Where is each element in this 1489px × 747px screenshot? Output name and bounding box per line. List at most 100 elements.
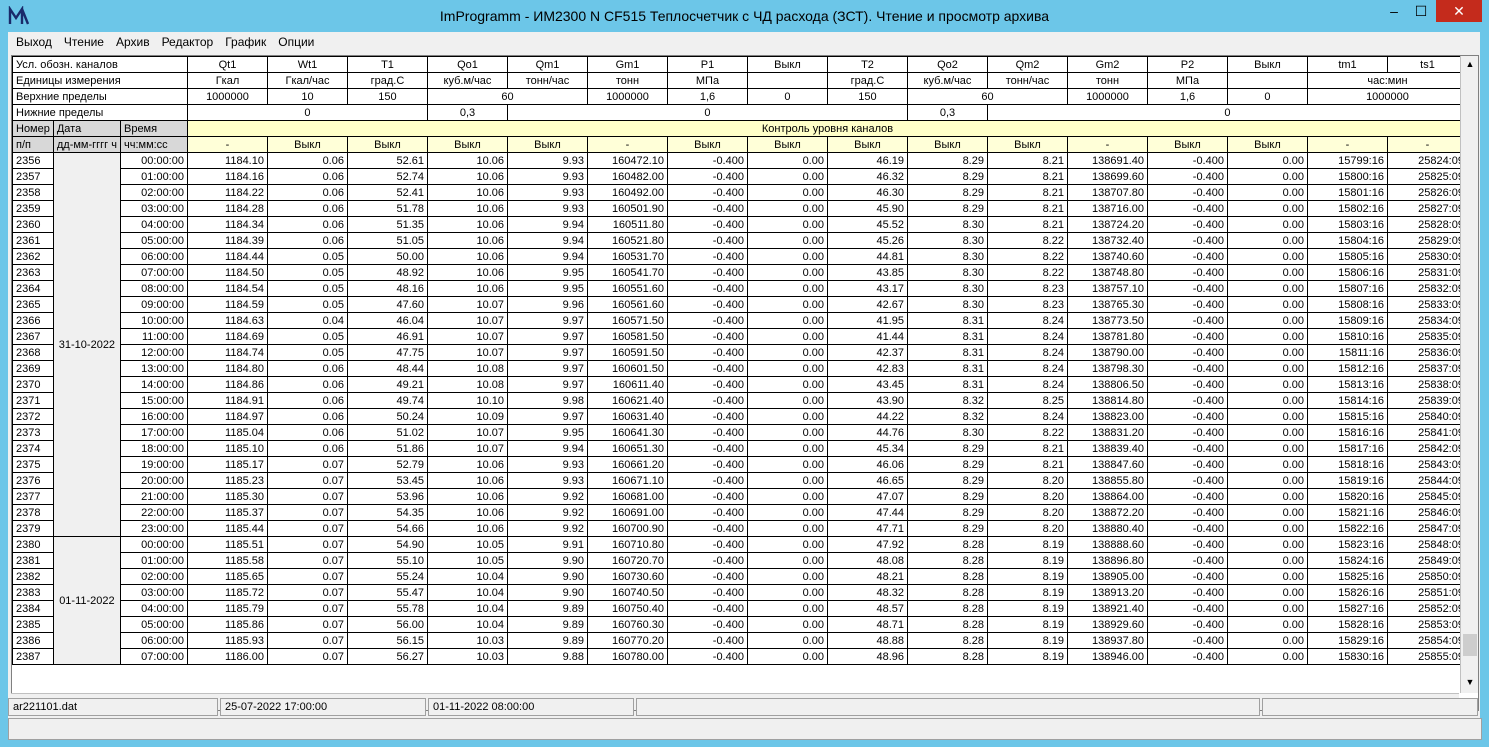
table-row[interactable]: 2386 06:00:00 1185.93 0.07 56.15 10.03 9.89 160… [12,632,1468,649]
value-cell: 9.90 [506,568,588,585]
value-cell: 15811:16 [1306,344,1388,361]
value-cell: 138905.00 [1066,568,1148,585]
value-cell: -0.400 [666,440,748,457]
value-cell: 1185.65 [186,568,268,585]
value-cell: 9.89 [506,632,588,649]
table-row[interactable]: 2361 05:00:00 1184.39 0.06 51.05 10.06 9.94 160… [12,232,1468,249]
table-row[interactable]: 2382 02:00:00 1185.65 0.07 55.24 10.04 9.90 160… [12,568,1468,585]
table-row[interactable]: 2363 07:00:00 1184.50 0.05 48.92 10.06 9.95 160… [12,264,1468,281]
table-row[interactable]: 2377 21:00:00 1185.30 0.07 53.96 10.06 9.92 160… [12,488,1468,505]
lower-limit: 0 [506,104,908,121]
upper-limit: 1000000 [1306,88,1468,105]
table-row[interactable]: 2366 10:00:00 1184.63 0.04 46.04 10.07 9.97 160… [12,312,1468,329]
table-row[interactable]: 2381 01:00:00 1185.58 0.07 55.10 10.05 9.90 160… [12,552,1468,569]
value-cell: -0.400 [666,408,748,425]
value-cell: 0.07 [266,456,348,473]
value-cell: 41.95 [826,312,908,329]
time-cell: 23:00:00 [119,520,188,537]
scroll-up-icon[interactable]: ▲ [1462,56,1478,72]
minimize-button[interactable]: – [1381,0,1407,22]
value-cell: 46.65 [826,472,908,489]
table-row[interactable]: 2356 31-10-2022 00:00:00 1184.10 0.06 52.61 10… [12,152,1468,537]
value-cell: 54.35 [346,504,428,521]
title-bar[interactable]: ImProgramm - ИМ2300 N CF515 Теплосчетчик… [0,0,1489,32]
maximize-button[interactable]: ☐ [1408,0,1434,22]
value-cell: 8.29 [906,504,988,521]
table-row[interactable]: 2360 04:00:00 1184.34 0.06 51.35 10.06 9.94 160… [12,216,1468,233]
value-cell: 42.37 [826,344,908,361]
table-row[interactable]: 2378 22:00:00 1185.37 0.07 54.35 10.06 9.92 160… [12,504,1468,521]
value-cell: 0.00 [746,360,828,377]
menu-read[interactable]: Чтение [58,32,110,52]
value-cell: 138798.30 [1066,360,1148,377]
table-row[interactable]: 2374 18:00:00 1185.10 0.06 51.86 10.07 9.94 160… [12,440,1468,457]
table-row[interactable]: 2371 15:00:00 1184.91 0.06 49.74 10.10 9.98 160… [12,392,1468,409]
table-row[interactable]: 2385 05:00:00 1185.86 0.07 56.00 10.04 9.89 160… [12,616,1468,633]
archive-grid[interactable]: Усл. обозн. каналов Qt1 Wt1 T1 Qo1 Qm1 Gm1 P1 Вы… [11,55,1479,711]
value-cell: -0.400 [666,520,748,537]
value-cell: 1184.63 [186,312,268,329]
menu-exit[interactable]: Выход [8,32,58,52]
value-cell: 8.20 [986,520,1068,537]
table-row[interactable]: 2376 20:00:00 1185.23 0.07 53.45 10.06 9.93 160… [12,472,1468,489]
channel-name: Qm2 [986,56,1068,73]
menu-editor[interactable]: Редактор [156,32,220,52]
table-row[interactable]: 2384 04:00:00 1185.79 0.07 55.78 10.04 9.89 160… [12,600,1468,617]
menu-chart[interactable]: График [219,32,272,52]
value-cell: 138896.80 [1066,552,1148,569]
upper-limit: 1000000 [186,88,268,105]
value-cell: 1184.34 [186,216,268,233]
value-cell: 15806:16 [1306,264,1388,281]
value-cell: 9.97 [506,408,588,425]
table-row[interactable]: 2364 08:00:00 1184.54 0.05 48.16 10.06 9.95 160… [12,280,1468,297]
time-cell: 02:00:00 [119,568,188,585]
menu-options[interactable]: Опции [272,32,320,52]
value-cell: 10.06 [426,472,508,489]
vertical-scrollbar[interactable]: ▲ ▼ [1460,56,1478,693]
value-cell: 138740.60 [1066,248,1148,265]
value-cell: 10.07 [426,312,508,329]
table-row[interactable]: 2357 01:00:00 1184.16 0.06 52.74 10.06 9.93 160… [12,168,1468,185]
table-row[interactable]: 2370 14:00:00 1184.86 0.06 49.21 10.08 9.97 160… [12,376,1468,393]
table-row[interactable]: 2365 09:00:00 1184.59 0.05 47.60 10.07 9.96 160… [12,296,1468,313]
table-row[interactable]: 2373 17:00:00 1185.04 0.06 51.02 10.07 9.95 160… [12,424,1468,441]
row-label: Нижние пределы [12,104,188,121]
value-cell: -0.400 [666,456,748,473]
vertical-scroll-thumb[interactable] [1463,634,1477,656]
value-cell: 25835:09 [1386,328,1468,345]
value-cell: 10.10 [426,392,508,409]
value-cell: 15821:16 [1306,504,1388,521]
table-row[interactable]: 2372 16:00:00 1184.97 0.06 50.24 10.09 9.97 160… [12,408,1468,425]
value-cell: 25836:09 [1386,344,1468,361]
table-row[interactable]: 2380 01-11-2022 00:00:00 1185.51 0.07 54.90 10… [12,536,1468,665]
value-cell: -0.400 [1146,616,1228,633]
table-row[interactable]: 2379 23:00:00 1185.44 0.07 54.66 10.06 9.92 160… [12,520,1468,537]
scroll-down-icon[interactable]: ▼ [1462,674,1478,690]
table-row[interactable]: 2387 07:00:00 1186.00 0.07 56.27 10.03 9.88 160… [12,648,1468,665]
value-cell: -0.400 [666,472,748,489]
value-cell: 25854:09 [1386,632,1468,649]
close-button[interactable]: ✕ [1436,0,1482,22]
table-row[interactable]: 2383 03:00:00 1185.72 0.07 55.47 10.04 9.90 160… [12,584,1468,601]
value-cell: 0.00 [1226,296,1308,313]
value-cell: 10.03 [426,648,508,665]
value-cell: 8.24 [986,376,1068,393]
value-cell: 160501.90 [586,200,668,217]
table-row[interactable]: 2375 19:00:00 1185.17 0.07 52.79 10.06 9.93 160… [12,456,1468,473]
table-row[interactable]: 2358 02:00:00 1184.22 0.06 52.41 10.06 9.93 160… [12,184,1468,201]
table-row[interactable]: 2362 06:00:00 1184.44 0.05 50.00 10.06 9.94 160… [12,248,1468,265]
value-cell: 160621.40 [586,392,668,409]
value-cell: -0.400 [666,200,748,217]
value-cell: 0.07 [266,568,348,585]
value-cell: 0.06 [266,408,348,425]
menu-archive[interactable]: Архив [110,32,156,52]
value-cell: 9.93 [506,456,588,473]
table-row[interactable]: 2369 13:00:00 1184.80 0.06 48.44 10.08 9.97 160… [12,360,1468,377]
table-row[interactable]: 2368 12:00:00 1184.74 0.05 47.75 10.07 9.97 160… [12,344,1468,361]
value-cell: 138888.60 [1066,536,1148,553]
value-cell: 138691.40 [1066,152,1148,169]
table-row[interactable]: 2367 11:00:00 1184.69 0.05 46.91 10.07 9.97 160… [12,328,1468,345]
table-row[interactable]: 2359 03:00:00 1184.28 0.06 51.78 10.06 9.93 160… [12,200,1468,217]
unit-label: тонн/час [986,72,1068,89]
value-cell: 8.28 [906,600,988,617]
